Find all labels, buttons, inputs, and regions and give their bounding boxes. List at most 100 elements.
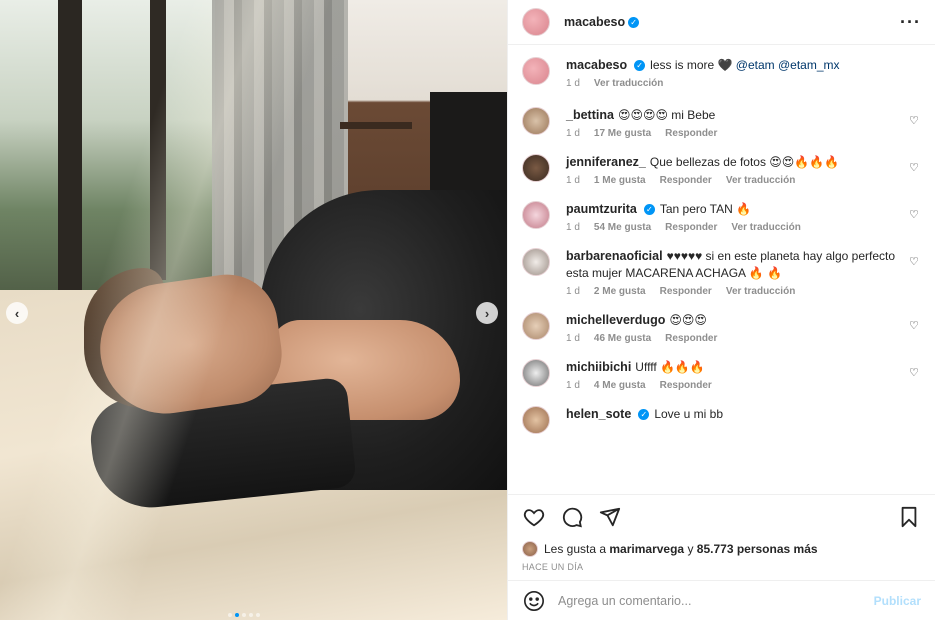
reply-button[interactable]: Responder [660, 286, 712, 297]
post-timestamp[interactable]: HACE UN DÍA [508, 560, 935, 580]
comment-heart-icon[interactable]: ♡ [909, 256, 921, 268]
reply-button[interactable]: Responder [660, 380, 712, 391]
avatar[interactable] [522, 154, 550, 182]
avatar[interactable] [522, 359, 550, 387]
reply-button[interactable]: Responder [660, 175, 712, 186]
comment-likes[interactable]: 1 Me gusta [594, 175, 646, 186]
likes-middle: y [687, 542, 694, 556]
comment-body: helen_sote ✓ Love u mi bb [566, 406, 921, 434]
comment-username[interactable]: _bettina [566, 108, 614, 122]
comment-time[interactable]: 1 d [566, 222, 580, 233]
comment-text-line: paumtzurita ✓ Tan pero TAN 🔥 [566, 201, 897, 218]
avatar[interactable] [522, 312, 550, 340]
likes-summary: Les gusta a marimarvega y 85.773 persona… [508, 538, 935, 560]
comment-item: michiibichi Uffff 🔥🔥🔥 1 d 4 Me gusta Resp… [522, 359, 921, 391]
instagram-post-view: ‹ › macabeso ✓ ··· macabeso ✓ less is more… [0, 0, 935, 620]
comment-time[interactable]: 1 d [566, 286, 580, 297]
see-translation-button[interactable]: Ver traducción [726, 175, 795, 186]
carousel-next-icon[interactable]: › [476, 302, 498, 324]
reply-button[interactable]: Responder [665, 128, 717, 139]
comment-likes[interactable]: 4 Me gusta [594, 380, 646, 391]
heart-icon[interactable] [522, 505, 546, 529]
carousel-dot [242, 613, 246, 617]
post-caption: macabeso ✓ less is more 🖤 @etam @etam_mx 1… [522, 57, 921, 89]
likes-prefix: Les gusta a [544, 542, 607, 556]
comment-username[interactable]: michelleverdugo [566, 313, 665, 327]
comment-text-line: michiibichi Uffff 🔥🔥🔥 [566, 359, 897, 376]
caption-text: less is more 🖤 [650, 58, 733, 72]
comment-text-line: michelleverdugo 😍😍😍 [566, 312, 897, 329]
avatar[interactable] [522, 57, 550, 85]
comment-heart-icon[interactable]: ♡ [909, 320, 921, 332]
comment-username[interactable]: michiibichi [566, 360, 631, 374]
comment-likes[interactable]: 54 Me gusta [594, 222, 651, 233]
comment-body: barbarenaoficial ♥♥♥♥♥ si en este planeta… [566, 248, 921, 297]
comment-body: paumtzurita ✓ Tan pero TAN 🔥 1 d 54 Me gus… [566, 201, 921, 233]
post-author-username[interactable]: macabeso [564, 15, 625, 29]
avatar[interactable] [522, 8, 550, 36]
avatar[interactable] [522, 406, 550, 434]
post-header: macabeso ✓ ··· [508, 0, 935, 45]
post-photo[interactable]: ‹ › [0, 0, 507, 620]
comment-likes[interactable]: 46 Me gusta [594, 333, 651, 344]
publish-button[interactable]: Publicar [874, 594, 921, 608]
carousel-dot-active [235, 613, 239, 617]
comment-likes[interactable]: 2 Me gusta [594, 286, 646, 297]
comment-text: 😍😍😍😍 mi Bebe [617, 108, 716, 122]
comment-heart-icon[interactable]: ♡ [909, 367, 921, 379]
avatar[interactable] [522, 107, 550, 135]
comment-heart-icon[interactable]: ♡ [909, 209, 921, 221]
bookmark-icon[interactable] [897, 505, 921, 529]
comment-heart-icon[interactable]: ♡ [909, 162, 921, 174]
comment-meta: 1 d 54 Me gusta Responder Ver traducción [566, 222, 897, 233]
comment-time[interactable]: 1 d [566, 175, 580, 186]
comment-body: michiibichi Uffff 🔥🔥🔥 1 d 4 Me gusta Resp… [566, 359, 921, 391]
comment-item: helen_sote ✓ Love u mi bb [522, 406, 921, 434]
comment-username[interactable]: paumtzurita [566, 202, 637, 216]
comment-username[interactable]: helen_sote [566, 407, 631, 421]
see-translation-button[interactable]: Ver traducción [594, 78, 663, 89]
avatar[interactable] [522, 248, 550, 276]
comment-input[interactable] [558, 593, 874, 608]
comment-time[interactable]: 1 d [566, 333, 580, 344]
avatar[interactable] [522, 201, 550, 229]
caption-body: macabeso ✓ less is more 🖤 @etam @etam_mx 1… [566, 57, 921, 89]
carousel-dot [228, 613, 232, 617]
more-options-icon[interactable]: ··· [900, 12, 921, 33]
comment-body: jenniferanez_ Que bellezas de fotos 😍😍🔥🔥🔥… [566, 154, 921, 186]
likes-user[interactable]: marimarvega [609, 542, 684, 556]
comment-icon[interactable] [560, 505, 584, 529]
comment-meta: 1 d 2 Me gusta Responder Ver traducción [566, 286, 897, 297]
comment-username[interactable]: jenniferanez_ [566, 155, 646, 169]
likes-count[interactable]: 85.773 personas más [697, 542, 818, 556]
comment-text-line: helen_sote ✓ Love u mi bb [566, 406, 897, 423]
comment-text: Uffff 🔥🔥🔥 [635, 360, 705, 374]
share-icon[interactable] [598, 505, 622, 529]
comment-heart-icon[interactable]: ♡ [909, 115, 921, 127]
caption-time[interactable]: 1 d [566, 78, 580, 89]
caption-username[interactable]: macabeso [566, 58, 627, 72]
comment-time[interactable]: 1 d [566, 380, 580, 391]
comment-composer: Publicar [508, 580, 935, 620]
reply-button[interactable]: Responder [665, 222, 717, 233]
photo-tv [430, 92, 507, 198]
comment-username[interactable]: barbarenaoficial [566, 249, 663, 263]
emoji-icon[interactable] [522, 589, 546, 613]
caption-tags[interactable]: @etam @etam_mx [736, 58, 840, 72]
comment-item: barbarenaoficial ♥♥♥♥♥ si en este planeta… [522, 248, 921, 297]
see-translation-button[interactable]: Ver traducción [731, 222, 800, 233]
comment-text-line: barbarenaoficial ♥♥♥♥♥ si en este planeta… [566, 248, 897, 282]
post-actions-bar [508, 494, 935, 538]
avatar[interactable] [522, 541, 538, 557]
see-translation-button[interactable]: Ver traducción [726, 286, 795, 297]
comment-likes[interactable]: 17 Me gusta [594, 128, 651, 139]
verified-icon: ✓ [638, 409, 650, 421]
carousel-prev-icon[interactable]: ‹ [6, 302, 28, 324]
reply-button[interactable]: Responder [665, 333, 717, 344]
comments-list[interactable]: macabeso ✓ less is more 🖤 @etam @etam_mx 1… [508, 45, 935, 494]
carousel-dots [228, 613, 260, 617]
verified-icon: ✓ [634, 60, 646, 72]
comment-meta: 1 d 17 Me gusta Responder [566, 128, 897, 139]
caption-text-line: macabeso ✓ less is more 🖤 @etam @etam_mx [566, 57, 897, 74]
comment-time[interactable]: 1 d [566, 128, 580, 139]
